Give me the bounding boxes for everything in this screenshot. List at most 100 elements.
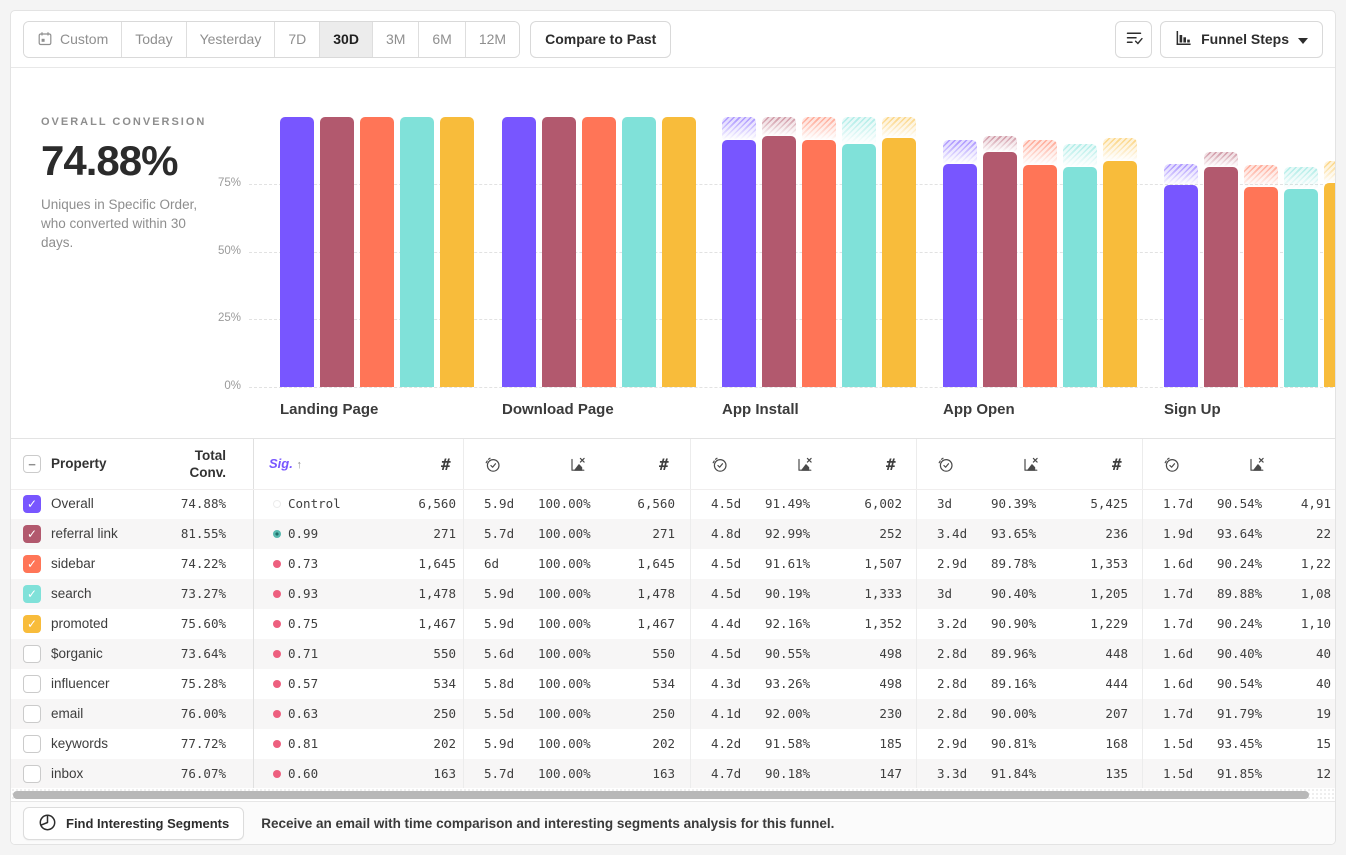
select-all-checkbox[interactable]: −	[23, 455, 41, 473]
filter-list-button[interactable]	[1115, 21, 1152, 58]
bar-ghost-overall-step4	[943, 140, 977, 164]
date-range-3m[interactable]: 3M	[372, 22, 418, 57]
bar-referral-link-sign-up[interactable]	[1204, 167, 1238, 387]
row-checkbox-inbox[interactable]	[23, 765, 41, 783]
bar-sidebar-app-open[interactable]	[1023, 165, 1057, 387]
count-column-header[interactable]: #	[659, 455, 669, 474]
row-checkbox-keywords[interactable]	[23, 735, 41, 753]
date-range-yesterday[interactable]: Yesterday	[186, 22, 275, 57]
count-column-header[interactable]: #	[1112, 455, 1122, 474]
toolbar-right-group: Funnel Steps	[1115, 21, 1323, 58]
date-range-6m[interactable]: 6M	[418, 22, 464, 57]
conversion-rate-icon[interactable]	[569, 456, 586, 476]
breakdown-table: −PropertyTotalConv.Sig. ↑#####✓Overall74…	[11, 438, 1335, 788]
step-count: 534	[583, 669, 675, 699]
step-count: 252	[810, 519, 902, 549]
step-count: 6,002	[810, 489, 902, 519]
find-interesting-segments-button[interactable]: Find Interesting Segments	[23, 807, 244, 840]
step-conversion-rate: 92.99%	[765, 519, 810, 549]
date-range-30d[interactable]: 30D	[319, 22, 372, 57]
time-to-convert-icon[interactable]	[484, 456, 501, 476]
step-count: 236	[1036, 519, 1128, 549]
bar-referral-link-app-open[interactable]	[983, 152, 1017, 387]
step-time: 4.5d	[711, 549, 741, 579]
explore-segments-icon	[38, 813, 57, 835]
bar-overall-sign-up[interactable]	[1164, 185, 1198, 387]
bar-search-app-open[interactable]	[1063, 167, 1097, 387]
property-column-header[interactable]: Property	[51, 456, 107, 471]
bar-promoted-app-open[interactable]	[1103, 161, 1137, 387]
step-time: 4.5d	[711, 579, 741, 609]
bar-referral-link-download-page[interactable]	[542, 117, 576, 387]
row-checkbox-sidebar[interactable]: ✓	[23, 555, 41, 573]
time-to-convert-icon[interactable]	[711, 456, 728, 476]
bar-referral-link-landing-page[interactable]	[320, 117, 354, 387]
y-tick-50: 50%	[181, 245, 241, 257]
horizontal-scrollbar[interactable]	[11, 788, 1335, 802]
compare-to-past-button[interactable]: Compare to Past	[530, 21, 671, 58]
scrollbar-thumb[interactable]	[13, 791, 1309, 799]
step-time: 2.8d	[937, 699, 967, 729]
y-tick-0: 0%	[181, 380, 241, 392]
row-checkbox-promoted[interactable]: ✓	[23, 615, 41, 633]
bar-search-sign-up[interactable]	[1284, 189, 1318, 387]
frozen-column-divider	[253, 439, 254, 788]
funnel-steps-dropdown[interactable]: Funnel Steps	[1160, 21, 1323, 58]
step-group-divider	[690, 439, 691, 788]
step-count: 250	[341, 699, 456, 729]
step-count: 168	[1036, 729, 1128, 759]
total-conv-value: 73.27%	[131, 579, 226, 609]
step-time: 5.5d	[484, 699, 514, 729]
step-count: 207	[1036, 699, 1128, 729]
conversion-rate-icon[interactable]	[796, 456, 813, 476]
step-conversion-rate: 89.16%	[991, 669, 1036, 699]
sig-dot-low	[273, 710, 281, 718]
date-range-today[interactable]: Today	[121, 22, 185, 57]
step-label-sign-up: Sign Up	[1164, 401, 1221, 418]
conversion-rate-icon[interactable]	[1248, 456, 1265, 476]
row-checkbox-overall[interactable]: ✓	[23, 495, 41, 513]
bar-promoted-app-install[interactable]	[882, 138, 916, 387]
count-column-header[interactable]: #	[441, 455, 451, 474]
date-range-7d[interactable]: 7D	[274, 22, 319, 57]
bar-search-download-page[interactable]	[622, 117, 656, 387]
bar-overall-download-page[interactable]	[502, 117, 536, 387]
bar-promoted-sign-up[interactable]	[1324, 183, 1335, 387]
bar-sidebar-landing-page[interactable]	[360, 117, 394, 387]
bar-promoted-landing-page[interactable]	[440, 117, 474, 387]
bar-search-landing-page[interactable]	[400, 117, 434, 387]
bar-overall-landing-page[interactable]	[280, 117, 314, 387]
date-range-12m[interactable]: 12M	[465, 22, 519, 57]
bar-referral-link-app-install[interactable]	[762, 136, 796, 387]
row-checkbox-email[interactable]	[23, 705, 41, 723]
bar-sidebar-app-install[interactable]	[802, 140, 836, 387]
sig-column-header[interactable]: Sig. ↑	[269, 456, 302, 471]
count-column-header[interactable]: #	[886, 455, 896, 474]
total-conv-column-header[interactable]: TotalConv.	[131, 447, 226, 481]
step-conversion-rate: 91.85%	[1217, 759, 1262, 788]
bar-overall-app-install[interactable]	[722, 140, 756, 387]
date-range-custom[interactable]: Custom	[24, 22, 121, 57]
step-conversion-rate: 93.45%	[1217, 729, 1262, 759]
row-checkbox--organic[interactable]	[23, 645, 41, 663]
step-conversion-rate: 90.54%	[1217, 489, 1262, 519]
step-count: 1,205	[1036, 579, 1128, 609]
bar-ghost-sidebar-step4	[1023, 140, 1057, 165]
bar-overall-app-open[interactable]	[943, 164, 977, 387]
bar-sidebar-download-page[interactable]	[582, 117, 616, 387]
bar-search-app-install[interactable]	[842, 144, 876, 388]
row-checkbox-referral-link[interactable]: ✓	[23, 525, 41, 543]
step-count: 444	[1036, 669, 1128, 699]
step-count: 163	[583, 759, 675, 788]
row-checkbox-search[interactable]: ✓	[23, 585, 41, 603]
time-to-convert-icon[interactable]	[1163, 456, 1180, 476]
time-to-convert-icon[interactable]	[937, 456, 954, 476]
property-label: influencer	[51, 669, 110, 699]
conversion-rate-icon[interactable]	[1022, 456, 1039, 476]
bar-promoted-download-page[interactable]	[662, 117, 696, 387]
row-checkbox-influencer[interactable]	[23, 675, 41, 693]
bar-sidebar-sign-up[interactable]	[1244, 187, 1278, 387]
step-count: 15	[1262, 729, 1331, 759]
bar-ghost-referral-link-step5	[1204, 152, 1238, 167]
property-label: inbox	[51, 759, 83, 788]
